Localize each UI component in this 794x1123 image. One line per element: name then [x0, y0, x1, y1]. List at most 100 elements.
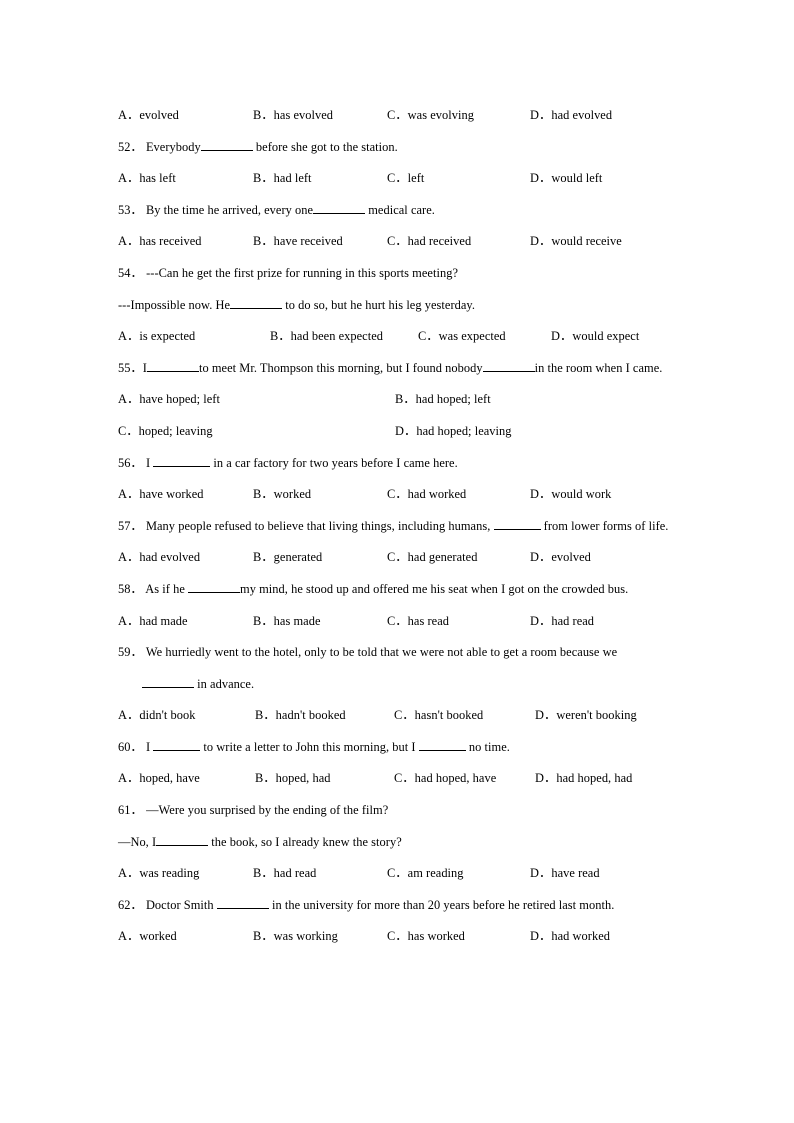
option-tag: D．: [395, 423, 417, 438]
option-c[interactable]: C．had worked: [387, 479, 530, 511]
option-c[interactable]: C．had generated: [387, 542, 530, 574]
option-a[interactable]: A．have hoped; left: [118, 384, 395, 416]
question-stem-line-1: 59． We hurriedly went to the hotel, only…: [118, 637, 680, 669]
stem-text: We hurriedly went to the hotel, only to …: [145, 645, 618, 660]
option-tag: B．: [255, 771, 276, 786]
option-tag: B．: [253, 866, 274, 881]
option-tag: D．: [530, 171, 552, 186]
option-a[interactable]: A．is expected: [118, 321, 270, 353]
option-tag: C．: [387, 929, 408, 944]
option-tag: C．: [418, 329, 439, 344]
option-text: evolved: [139, 108, 179, 122]
answer-blank[interactable]: [200, 139, 253, 151]
option-tag: D．: [530, 613, 552, 628]
option-d[interactable]: D．had hoped; leaving: [395, 416, 512, 448]
option-text: had worked: [407, 487, 467, 502]
option-c[interactable]: C．hoped; leaving: [118, 416, 395, 448]
option-c[interactable]: C．left: [387, 163, 530, 195]
option-tag: D．: [535, 708, 557, 723]
option-text: had evolved: [551, 108, 613, 122]
option-text: would left: [551, 171, 603, 186]
answer-blank[interactable]: [216, 898, 269, 909]
option-d[interactable]: D．would left: [530, 163, 602, 195]
option-c[interactable]: C．was expected: [418, 321, 551, 353]
option-tag: A．: [118, 487, 140, 502]
option-b[interactable]: B．had been expected: [270, 321, 418, 353]
question-number: 53．: [118, 202, 143, 217]
option-text: am reading: [407, 866, 464, 881]
option-d[interactable]: D．had read: [530, 606, 594, 638]
option-text: had been expected: [290, 329, 384, 344]
option-a[interactable]: A．has received: [118, 226, 253, 258]
option-c[interactable]: C．had hoped, have: [394, 763, 535, 795]
question-stem: 60． I to write a letter to John this mor…: [118, 732, 680, 764]
option-a[interactable]: A．had evolved: [118, 542, 253, 574]
answer-blank[interactable]: [142, 677, 194, 688]
option-tag: D．: [535, 771, 557, 786]
question-stem: 62． Doctor Smith in the university for m…: [118, 890, 680, 922]
option-b[interactable]: B．worked: [253, 479, 387, 511]
option-tag: A．: [118, 708, 140, 723]
answer-blank-1[interactable]: [153, 740, 201, 751]
option-a[interactable]: A．has left: [118, 163, 253, 195]
options-row-orphan: A．evolved B．has evolved C．was evolving D．ha…: [118, 100, 680, 132]
answer-blank[interactable]: [188, 582, 241, 593]
option-a[interactable]: A．had made: [118, 606, 253, 638]
stem-text-after: in the room when I came.: [534, 360, 663, 375]
question-stem: 58． As if he my mind, he stood up and of…: [118, 574, 680, 606]
option-d[interactable]: D．have read: [530, 858, 600, 890]
option-c[interactable]: C．am reading: [387, 858, 530, 890]
option-c[interactable]: C．hasn't booked: [394, 700, 535, 732]
option-text: hoped, have: [139, 771, 200, 786]
answer-blank[interactable]: [313, 203, 366, 214]
option-c[interactable]: C．was evolving: [387, 100, 530, 132]
option-d[interactable]: D．would expect: [551, 321, 639, 353]
option-b[interactable]: B．hadn't booked: [255, 700, 394, 732]
option-d[interactable]: D．had worked: [530, 921, 610, 953]
option-b[interactable]: B．had hoped; left: [395, 384, 491, 416]
option-a[interactable]: A．evolved: [118, 100, 253, 132]
answer-blank-2[interactable]: [482, 361, 535, 372]
option-b[interactable]: B．have received: [253, 226, 387, 258]
options-row: A．has received B．have received C．had recei…: [118, 226, 680, 258]
option-d[interactable]: D．weren't booking: [535, 700, 637, 732]
option-b[interactable]: B．had left: [253, 163, 387, 195]
option-d[interactable]: D．had hoped, had: [535, 763, 632, 795]
option-tag: D．: [530, 866, 552, 881]
worksheet-content: A．evolved B．has evolved C．was evolving D．ha…: [118, 100, 680, 953]
option-d[interactable]: D．would work: [530, 479, 611, 511]
option-d[interactable]: D．had evolved: [530, 100, 612, 132]
answer-blank-1[interactable]: [146, 361, 199, 372]
answer-blank[interactable]: [156, 835, 209, 846]
option-a[interactable]: A．worked: [118, 921, 253, 953]
question-61: 61． —Were you surprised by the ending of…: [118, 795, 680, 890]
answer-blank-2[interactable]: [418, 740, 466, 751]
option-d[interactable]: D．evolved: [530, 542, 591, 574]
option-c[interactable]: C．has worked: [387, 921, 530, 953]
option-b[interactable]: B．has made: [253, 606, 387, 638]
option-tag: D．: [530, 929, 552, 944]
stem-text-after: in advance.: [194, 676, 255, 691]
option-tag: B．: [253, 929, 274, 944]
option-a[interactable]: A．didn't book: [118, 700, 255, 732]
option-tag: A．: [118, 929, 140, 944]
option-b[interactable]: B．had read: [253, 858, 387, 890]
option-c[interactable]: C．had received: [387, 226, 530, 258]
option-a[interactable]: A．have worked: [118, 479, 253, 511]
question-52: 52． Everybody before she got to the stat…: [118, 132, 680, 195]
question-number: 57．: [118, 518, 143, 533]
answer-blank[interactable]: [153, 455, 211, 467]
answer-blank[interactable]: [493, 519, 541, 530]
option-c[interactable]: C．has read: [387, 606, 530, 638]
option-b[interactable]: B．generated: [253, 542, 387, 574]
option-a[interactable]: A．was reading: [118, 858, 253, 890]
option-b[interactable]: B．has evolved: [253, 100, 387, 132]
option-a[interactable]: A．hoped, have: [118, 763, 255, 795]
option-b[interactable]: B．hoped, had: [255, 763, 394, 795]
option-b[interactable]: B．was working: [253, 921, 387, 953]
option-d[interactable]: D．would receive: [530, 226, 622, 258]
stem-text-before: Doctor Smith: [145, 897, 217, 912]
dialogue-text: —Were you surprised by the ending of the…: [146, 803, 389, 818]
answer-blank[interactable]: [230, 297, 283, 309]
option-text: had read: [273, 866, 317, 881]
